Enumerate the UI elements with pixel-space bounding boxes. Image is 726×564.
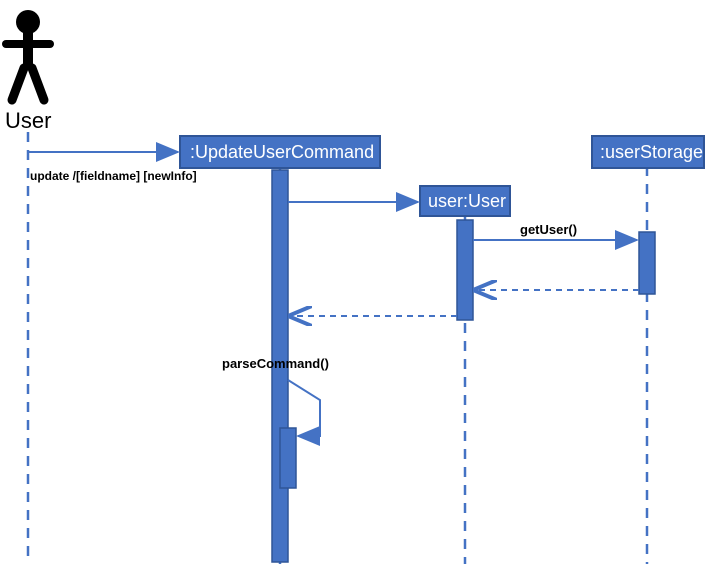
participant-user-obj: user:User (420, 186, 510, 216)
activation-storage (639, 232, 655, 294)
message-getuser-label: getUser() (520, 222, 577, 237)
actor-label: User (5, 108, 51, 133)
activation-self-call (280, 428, 296, 488)
actor-icon (6, 10, 50, 100)
message-parsecommand-label: parseCommand() (222, 356, 329, 371)
message-update-label: update /[fieldname] [newInfo] (30, 169, 197, 183)
activation-user-obj (457, 220, 473, 320)
participant-updatecmd: :UpdateUserCommand (180, 136, 380, 168)
participant-user-obj-label: user:User (428, 191, 506, 211)
participant-storage: :userStorage (592, 136, 704, 168)
sequence-diagram: User :UpdateUserCommand user:User :userS… (0, 0, 726, 564)
participant-storage-label: :userStorage (600, 142, 703, 162)
participant-updatecmd-label: :UpdateUserCommand (190, 142, 374, 162)
